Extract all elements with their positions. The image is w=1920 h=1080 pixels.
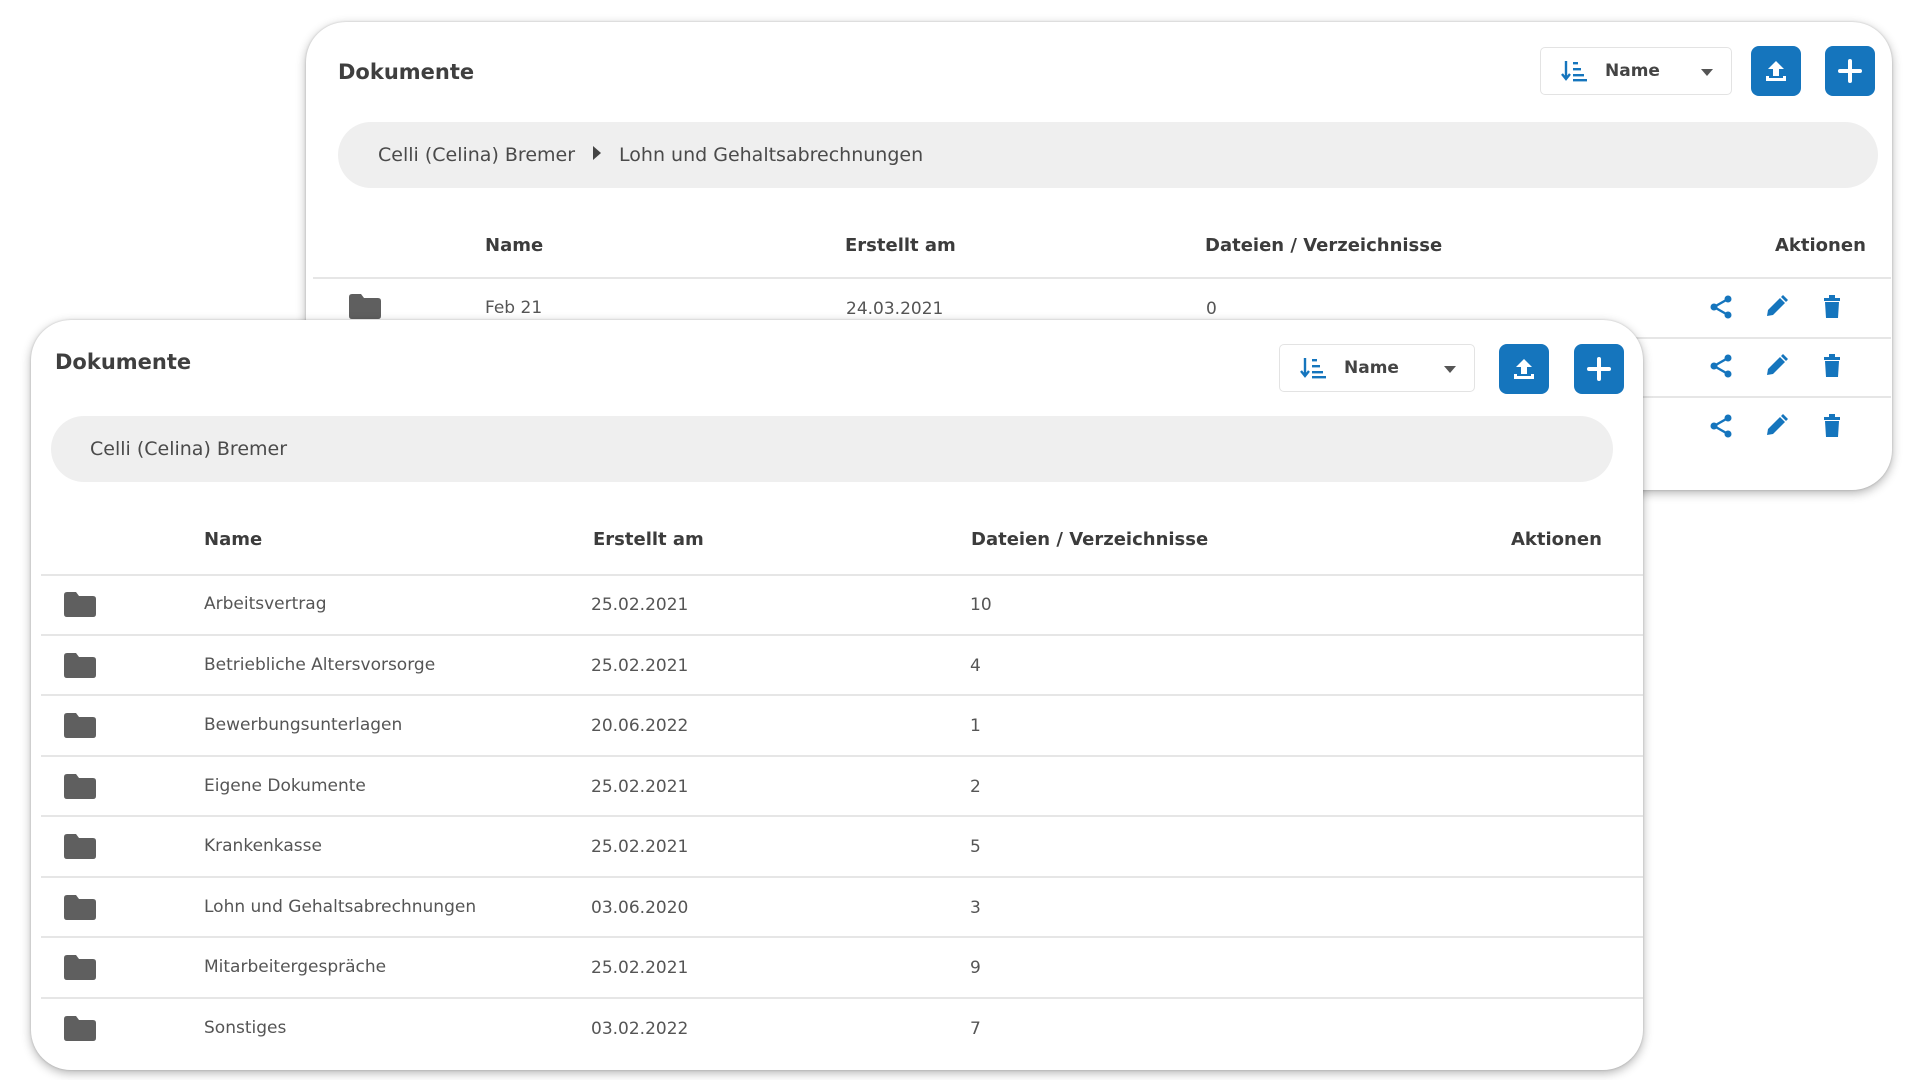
row-created: 20.06.2022 (591, 716, 689, 736)
row-name[interactable]: Arbeitsvertrag (204, 594, 327, 614)
chevron-down-icon (1701, 69, 1713, 76)
row-created: 03.06.2020 (591, 897, 689, 918)
header-divider (313, 277, 1891, 279)
sort-amount-down-icon (1300, 358, 1326, 379)
pencil-icon[interactable] (1763, 353, 1789, 379)
row-divider (41, 996, 1643, 999)
row-created: 25.02.2021 (591, 595, 689, 615)
sort-dropdown[interactable]: Name (1279, 344, 1475, 392)
caret-right-icon (593, 146, 602, 160)
row-created: 25.02.2021 (591, 837, 689, 857)
breadcrumb-item[interactable]: Lohn und Gehaltsabrechnungen (619, 144, 923, 166)
row-created: 03.02.2022 (591, 1018, 689, 1039)
row-files: 9 (970, 958, 981, 978)
row-files: 10 (970, 595, 992, 615)
header-divider (41, 574, 1643, 576)
upload-icon (1766, 61, 1786, 81)
row-divider (41, 815, 1643, 817)
row-name[interactable]: Feb 21 (485, 298, 542, 318)
row-name[interactable]: Mitarbeitergespräche (204, 957, 386, 977)
breadcrumb: Celli (Celina) Bremer (51, 416, 1613, 482)
upload-button[interactable] (1751, 46, 1801, 96)
page-title: Dokumente (338, 60, 475, 84)
upload-icon (1514, 359, 1534, 379)
row-files: 2 (970, 776, 981, 797)
folder-icon (64, 592, 96, 617)
row-created: 25.02.2021 (591, 776, 689, 797)
row-name[interactable]: Betriebliche Altersvorsorge (204, 655, 435, 675)
row-name[interactable]: Sonstiges (204, 1018, 286, 1038)
breadcrumb-item[interactable]: Celli (Celina) Bremer (90, 438, 287, 460)
folder-icon (349, 294, 381, 319)
folder-icon (64, 894, 96, 920)
column-header-files: Dateien / Verzeichnisse (1205, 235, 1443, 256)
share-icon[interactable] (1708, 413, 1734, 439)
row-name[interactable]: Lohn und Gehaltsabrechnungen (204, 897, 476, 917)
sort-label: Name (1605, 61, 1660, 81)
row-files: 7 (970, 1018, 981, 1039)
column-header-name[interactable]: Name (485, 235, 543, 256)
row-files: 1 (970, 716, 981, 736)
share-icon[interactable] (1708, 294, 1734, 320)
trash-icon[interactable] (1819, 353, 1845, 379)
share-icon[interactable] (1708, 353, 1734, 379)
row-name[interactable]: Krankenkasse (204, 836, 322, 856)
sort-label: Name (1344, 358, 1399, 378)
row-divider (41, 694, 1643, 696)
add-button[interactable] (1574, 344, 1624, 394)
row-created: 25.02.2021 (591, 958, 689, 978)
chevron-down-icon (1444, 366, 1456, 373)
row-files: 5 (970, 837, 981, 857)
pencil-icon[interactable] (1763, 294, 1789, 320)
row-divider (41, 633, 1643, 636)
row-divider (41, 875, 1643, 878)
column-header-created[interactable]: Erstellt am (845, 235, 956, 256)
trash-icon[interactable] (1819, 413, 1845, 439)
column-header-name[interactable]: Name (204, 529, 262, 550)
folder-icon (64, 652, 96, 678)
column-header-created[interactable]: Erstellt am (593, 529, 704, 550)
folder-icon (64, 713, 96, 738)
folder-icon (64, 1015, 96, 1041)
folder-icon (64, 955, 96, 980)
trash-icon[interactable] (1819, 294, 1845, 320)
row-divider (41, 936, 1643, 938)
plus-icon (1838, 59, 1862, 83)
column-header-actions: Aktionen (1511, 529, 1602, 550)
row-divider (1625, 337, 1891, 339)
folder-icon (64, 773, 96, 799)
row-divider (41, 754, 1643, 757)
documents-panel-front: Dokumente Name Celli (Celina) Bremer Nam… (31, 320, 1643, 1070)
row-files: 0 (1206, 299, 1217, 319)
page-title: Dokumente (55, 350, 192, 374)
breadcrumb-item[interactable]: Celli (Celina) Bremer (378, 144, 575, 166)
row-files: 3 (970, 897, 981, 918)
row-created: 25.02.2021 (591, 655, 689, 676)
sort-amount-down-icon (1561, 61, 1587, 82)
plus-icon (1587, 357, 1611, 381)
sort-dropdown[interactable]: Name (1540, 47, 1732, 95)
row-created: 24.03.2021 (846, 299, 944, 319)
row-files: 4 (970, 655, 981, 676)
upload-button[interactable] (1499, 344, 1549, 394)
row-name[interactable]: Bewerbungsunterlagen (204, 715, 402, 735)
add-button[interactable] (1825, 46, 1875, 96)
row-name[interactable]: Eigene Dokumente (204, 776, 366, 796)
breadcrumb: Celli (Celina) Bremer Lohn und Gehaltsab… (338, 122, 1878, 188)
pencil-icon[interactable] (1763, 413, 1789, 439)
row-divider (1625, 396, 1891, 398)
column-header-actions: Aktionen (1775, 235, 1866, 256)
folder-icon (64, 834, 96, 859)
column-header-files: Dateien / Verzeichnisse (971, 529, 1209, 550)
